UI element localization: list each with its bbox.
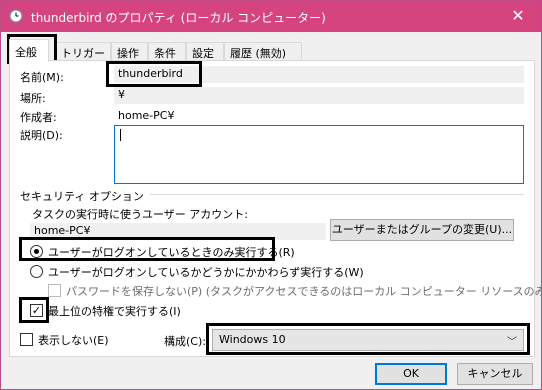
properties-dialog: thunderbird のプロパティ (ローカル コンピューター) ✕ 全般 ト…: [0, 0, 542, 390]
tab-general[interactable]: 全般: [9, 39, 49, 62]
highlight-configure-select: [206, 323, 530, 355]
radio-logon-any-label[interactable]: ユーザーがログオンしているかどうかにかかわらず実行する(W): [48, 264, 364, 280]
location-field: ¥: [114, 87, 524, 104]
tab-actions[interactable]: 操作: [111, 42, 148, 61]
location-label: 場所:: [20, 92, 46, 105]
group-divider: [150, 194, 524, 195]
hidden-checkbox[interactable]: [20, 333, 33, 346]
highest-privileges-label[interactable]: 最上位の特権で実行する(I): [48, 303, 181, 319]
tab-conditions[interactable]: 条件: [148, 42, 186, 61]
account-prompt-label: タスクの実行時に使うユーザー アカウント:: [32, 208, 248, 221]
highlight-highest-privileges: [19, 297, 49, 323]
description-label: 説明(D):: [20, 129, 63, 142]
highlight-radio-logon-only: [19, 237, 275, 261]
author-label: 作成者:: [20, 111, 57, 124]
task-clock-icon: [9, 9, 23, 23]
security-group-label: セキュリティ オプション: [20, 190, 144, 203]
name-label: 名前(M):: [20, 71, 64, 84]
tab-settings[interactable]: 設定: [186, 42, 224, 61]
general-tab-panel: 名前(M): thunderbird 場所: ¥ 作成者: home-PC¥ 説…: [9, 60, 542, 357]
window-title: thunderbird のプロパティ (ローカル コンピューター): [31, 11, 326, 25]
title-bar[interactable]: thunderbird のプロパティ (ローカル コンピューター) ✕: [1, 1, 541, 32]
configure-label: 構成(C):: [164, 335, 206, 348]
no-store-password-checkbox[interactable]: [48, 284, 61, 297]
tab-history[interactable]: 履歴 (無効): [224, 42, 302, 61]
description-textarea[interactable]: [114, 125, 524, 184]
close-icon: ✕: [511, 6, 525, 25]
ok-button[interactable]: OK: [375, 363, 447, 385]
hidden-label[interactable]: 表示しない(E): [38, 332, 109, 348]
change-user-button[interactable]: ユーザーまたはグループの変更(U)...: [330, 219, 514, 241]
close-button[interactable]: ✕: [495, 1, 541, 32]
no-store-password-label: パスワードを保存しない(P) (タスクがアクセスできるのはローカル コンピュータ…: [66, 285, 542, 298]
author-value: home-PC¥: [118, 109, 175, 122]
text-caret: [120, 129, 121, 141]
cancel-button[interactable]: キャンセル: [457, 363, 533, 385]
tab-triggers[interactable]: トリガー: [55, 42, 111, 61]
radio-logon-any[interactable]: [30, 265, 43, 278]
highlight-name-field: [106, 61, 202, 87]
